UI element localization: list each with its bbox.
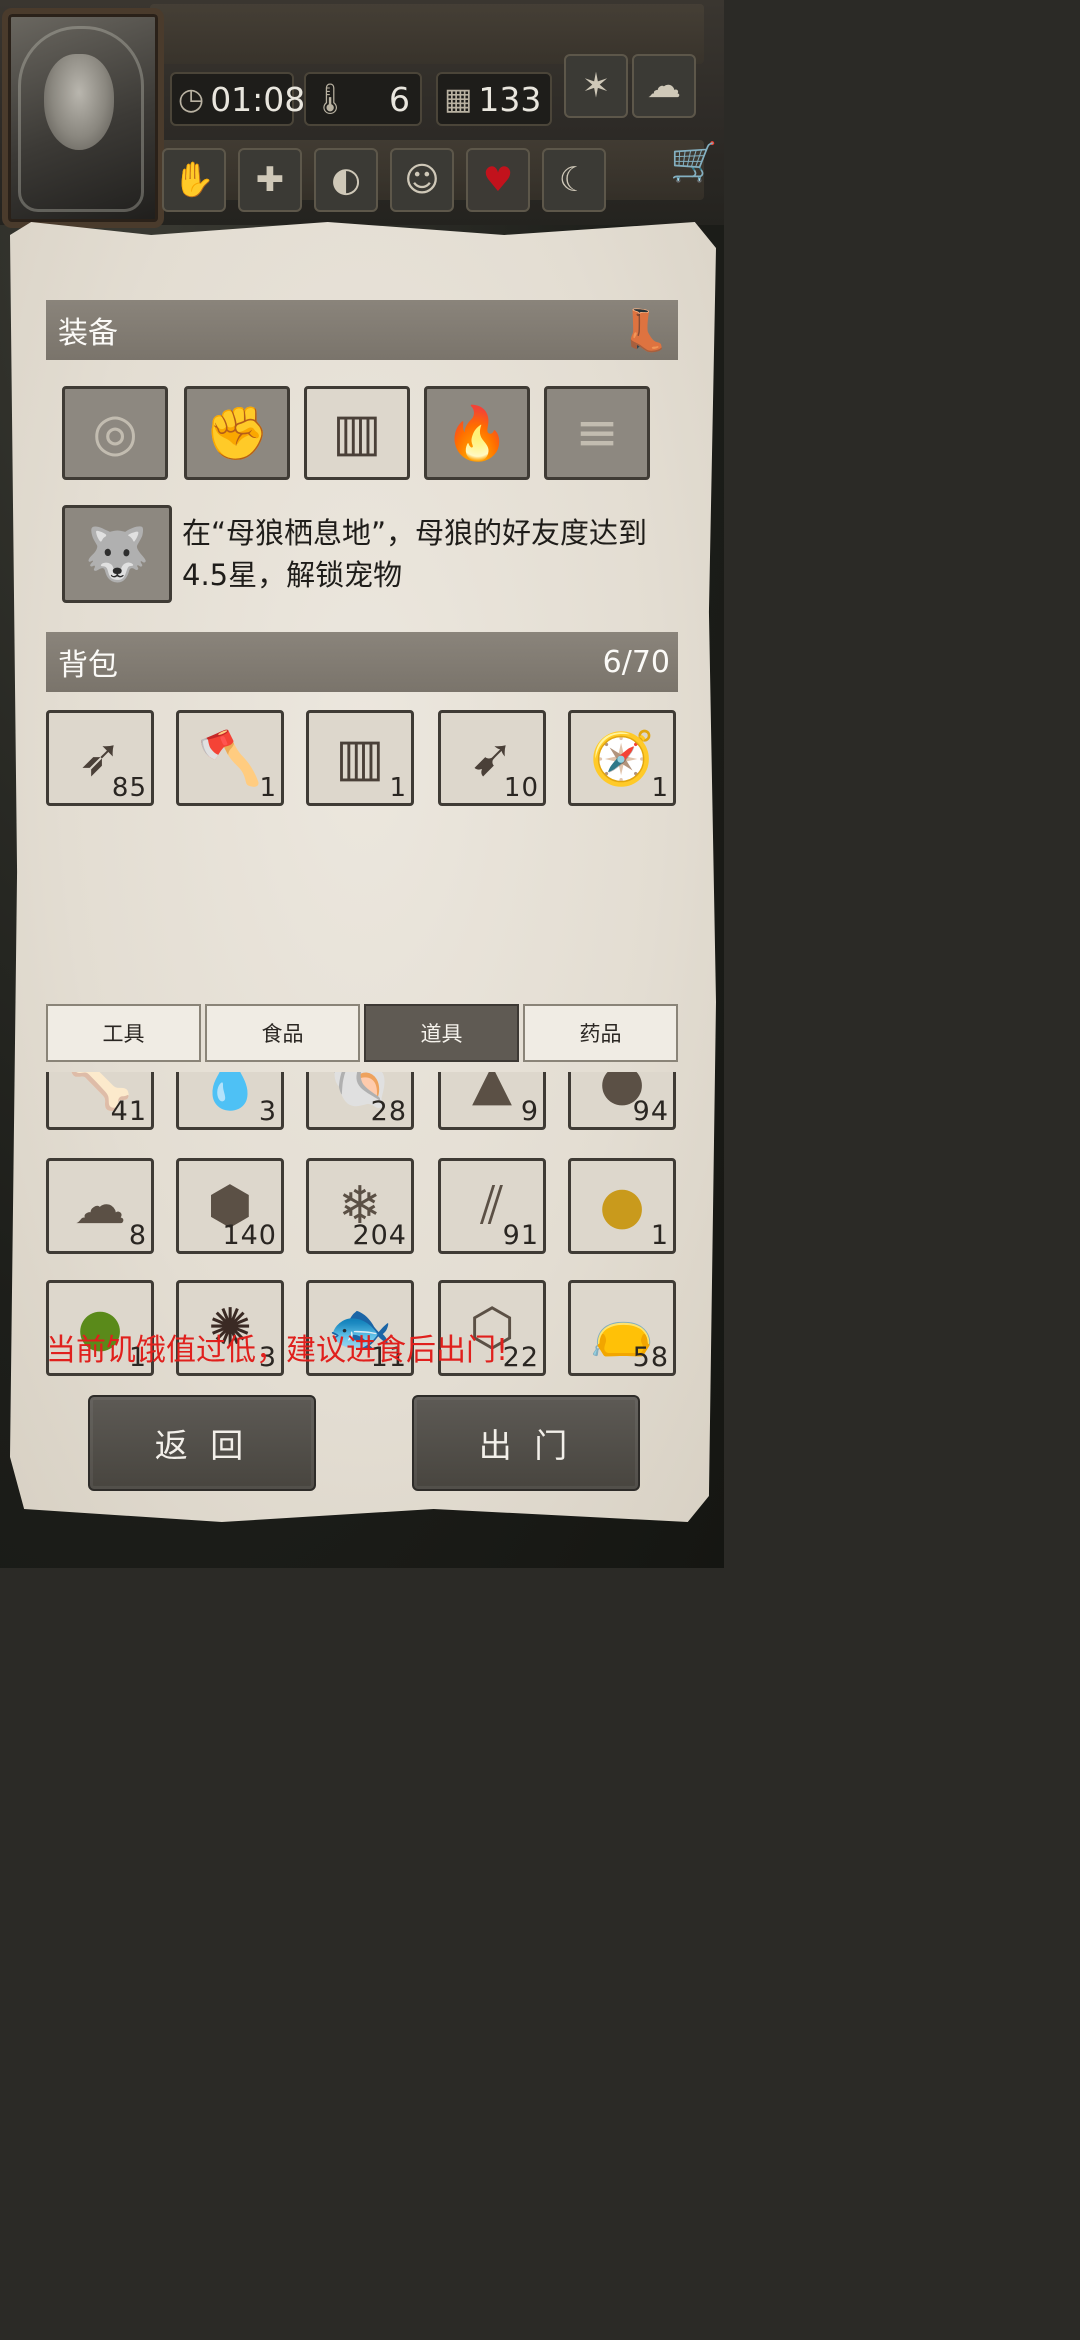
backpack-header: 背包 6/70 [46, 632, 678, 692]
item-count: 28 [370, 1096, 407, 1127]
character-portrait[interactable] [2, 8, 164, 228]
item-count: 85 [111, 773, 147, 803]
cloud-icon: ☁ [647, 66, 681, 106]
tab-food[interactable]: 食品 [205, 1004, 360, 1062]
equip-slot-clothing[interactable]: ▥ [304, 386, 410, 480]
equip-slot-weapon[interactable]: ◎ [62, 386, 168, 480]
leaf-icon: ✶ [581, 66, 611, 106]
back-button[interactable]: 返 回 [88, 1395, 316, 1491]
item-count: 9 [520, 1096, 539, 1127]
item-count: 8 [128, 1220, 147, 1251]
tab-items[interactable]: 道具 [364, 1004, 519, 1062]
backpack-title: 背包 [58, 648, 118, 683]
hunger-status[interactable]: ◐ [314, 148, 378, 212]
grass-skirt-icon: ▥ [335, 728, 385, 788]
equip-slot-light[interactable]: 🔥 [424, 386, 530, 480]
tab-tools[interactable]: 工具 [46, 1004, 201, 1062]
days-value: 133 [478, 79, 542, 119]
fist-icon: ✊ [204, 403, 270, 464]
time-display: ◷ 01:08 [170, 72, 305, 126]
pet-unlock-hint: 在“母狼栖息地”，母狼的好友度达到4.5星，解锁宠物 [182, 516, 648, 592]
bandaged-hand-icon: ✋ [172, 160, 216, 200]
weather-button[interactable]: ☁ [632, 54, 696, 118]
equipment-title: 装备 [58, 316, 118, 351]
temperature-value: 6 [389, 79, 410, 119]
sanity-status[interactable]: ☺ [390, 148, 454, 212]
compass-icon: 🧭 [589, 728, 655, 789]
hunger-warning: 当前饥饿值过低，建议进食后出门! [46, 1333, 509, 1368]
heart-status[interactable]: ♥ [466, 148, 530, 212]
item-count: 41 [110, 1096, 147, 1127]
storage-tabs: 工具 食品 道具 药品 [46, 1004, 678, 1062]
thermometer-icon: 🌡 [310, 81, 350, 117]
health-status[interactable]: ✚ [238, 148, 302, 212]
pet-slot[interactable]: 🐺 [62, 505, 172, 603]
amber-orb-icon: ● [599, 1176, 645, 1236]
temperature-display: 🌡 6 [304, 72, 422, 126]
equip-slot-hand[interactable]: ✊ [184, 386, 290, 480]
backpack-item[interactable]: ▥ 1 [306, 710, 414, 806]
head-icon: ☺ [404, 160, 440, 200]
target-icon: ◎ [92, 403, 138, 463]
item-count: 140 [222, 1220, 277, 1251]
firewood-icon: ≡ [575, 403, 619, 463]
injury-status[interactable]: ✋ [162, 148, 226, 212]
item-count: 204 [352, 1220, 407, 1251]
item-count: 1 [651, 773, 669, 803]
calendar-icon: ▦ [444, 81, 473, 117]
moon-icon: ☾ [558, 160, 590, 200]
item-count: 94 [632, 1096, 669, 1127]
equip-slot-tool[interactable]: ≡ [544, 386, 650, 480]
item-count: 91 [502, 1220, 539, 1251]
backpack-capacity: 6/70 [602, 644, 670, 680]
storage-item[interactable]: ▲ 9 [438, 1072, 546, 1130]
item-count: 1 [650, 1220, 669, 1251]
storage-item[interactable]: 🐚 28 [306, 1072, 414, 1130]
item-count: 1 [389, 773, 407, 803]
storage-item[interactable]: 🦴 41 [46, 1072, 154, 1130]
boot-icon: 👢 [620, 307, 670, 354]
axe-icon: 🪓 [197, 728, 263, 789]
go-out-button[interactable]: 出 门 [412, 1395, 640, 1491]
sleep-status[interactable]: ☾ [542, 148, 606, 212]
item-count: 1 [259, 773, 277, 803]
leaf-button[interactable]: ✶ [564, 54, 628, 118]
backpack-item[interactable]: ➶ 85 [46, 710, 154, 806]
wolf-icon: 🐺 [84, 524, 150, 585]
equipment-header: 装备 👢 [46, 300, 678, 360]
sticks-icon: ⫽ [480, 1175, 504, 1236]
item-count: 10 [503, 773, 539, 803]
storage-item[interactable]: ❄ 204 [306, 1158, 414, 1254]
item-count: 58 [632, 1342, 669, 1373]
storage-item[interactable]: ⫽ 91 [438, 1158, 546, 1254]
character-face [44, 54, 114, 150]
storage-item[interactable]: ● 1 [568, 1158, 676, 1254]
grass-skirt-icon: ▥ [332, 403, 382, 463]
storage-item[interactable]: ⬢ 140 [176, 1158, 284, 1254]
clock-icon: ◷ [178, 81, 205, 117]
backpack-item[interactable]: ➹ 10 [438, 710, 546, 806]
storage-item[interactable]: ☁ 8 [46, 1158, 154, 1254]
stomach-icon: ◐ [331, 160, 361, 200]
storage-item[interactable]: 💧 3 [176, 1072, 284, 1130]
shop-cart-button[interactable]: 🛒 [670, 140, 717, 185]
storage-item[interactable]: ● 94 [568, 1072, 676, 1130]
tab-medicine[interactable]: 药品 [523, 1004, 678, 1062]
soil-icon: ▲ [472, 1072, 512, 1112]
torch-icon: 🔥 [444, 403, 510, 464]
storage-item[interactable]: 👝 58 [568, 1280, 676, 1376]
backpack-item[interactable]: 🧭 1 [568, 710, 676, 806]
resin-icon: 💧 [197, 1072, 263, 1113]
cart-icon: 🛒 [670, 140, 718, 184]
item-count: 3 [258, 1096, 277, 1127]
cross-icon: ✚ [255, 160, 285, 200]
heart-icon: ♥ [482, 160, 514, 200]
wool-icon: ☁ [74, 1176, 126, 1236]
days-display: ▦ 133 [436, 72, 552, 126]
backpack-item[interactable]: 🪓 1 [176, 710, 284, 806]
item-count: 22 [502, 1342, 539, 1373]
time-value: 01:08 [210, 79, 306, 119]
